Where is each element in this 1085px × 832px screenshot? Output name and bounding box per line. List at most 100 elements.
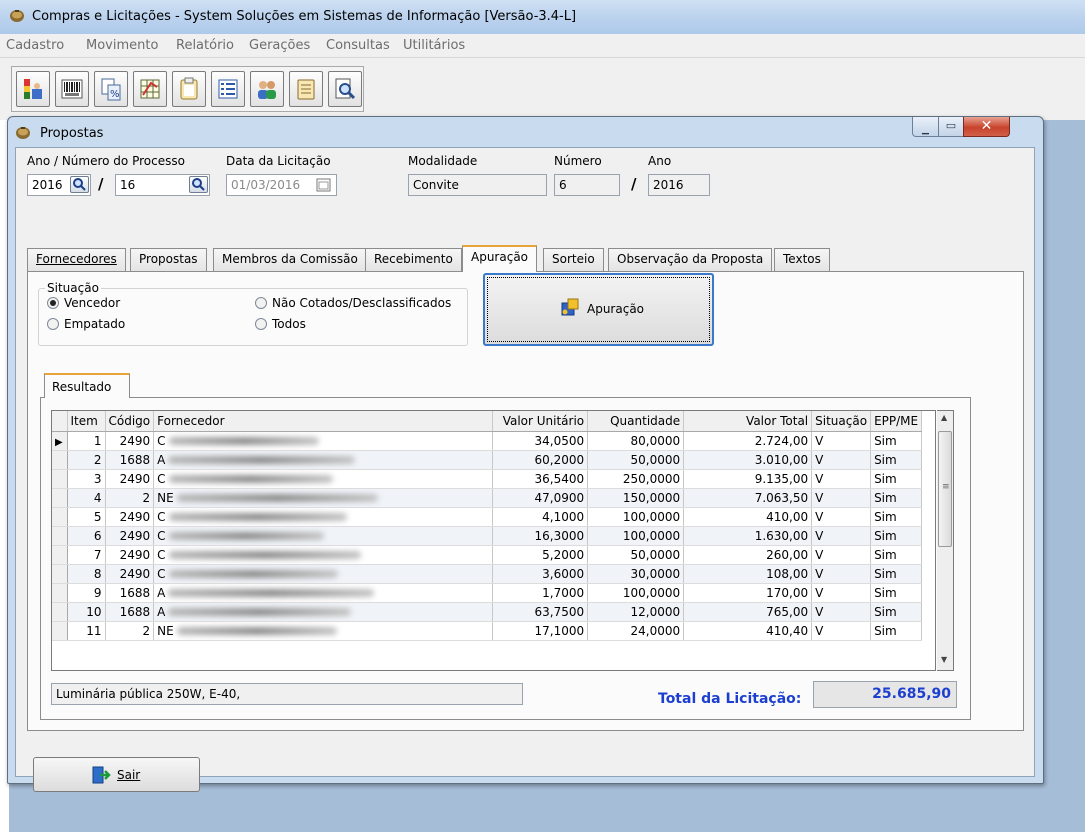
fornecedor-name: C: [157, 509, 166, 524]
ano-lookup-button[interactable]: [70, 176, 89, 193]
total-value: 25.685,90: [813, 681, 957, 708]
maximize-button[interactable]: ▭: [938, 117, 964, 137]
table-cell: 63,7500: [492, 602, 589, 622]
table-row[interactable]: ▶ 1 2490 C 34,0500 80,0000 2.724,00 V Sim: [52, 431, 923, 451]
table-row[interactable]: 11 2 NE 17,1000 24,0000 410,40 V Sim: [52, 621, 923, 641]
table-cell: 410,40: [683, 621, 813, 641]
row-indicator[interactable]: [52, 526, 68, 546]
fornecedor-name: NE: [157, 490, 174, 505]
users-icon[interactable]: [250, 71, 284, 107]
resultado-grid: Item Código Fornecedor Valor Unitário Qu…: [51, 410, 936, 671]
tab-membros-comissao[interactable]: Membros da Comissão: [213, 248, 367, 271]
report-chart-icon[interactable]: [16, 71, 50, 107]
row-indicator[interactable]: [52, 469, 68, 489]
menu-relatorio[interactable]: Relatório: [176, 38, 234, 53]
row-indicator[interactable]: [52, 450, 68, 470]
table-row[interactable]: 7 2490 C 5,2000 50,0000 260,00 V Sim: [52, 545, 923, 565]
column-header[interactable]: Valor Total: [683, 411, 813, 432]
row-indicator[interactable]: [52, 621, 68, 641]
radio-empatado[interactable]: [47, 318, 59, 330]
tab-sorteio[interactable]: Sorteio: [543, 248, 604, 271]
row-indicator[interactable]: [52, 488, 68, 508]
row-indicator[interactable]: [52, 602, 68, 622]
menu-utilitarios[interactable]: Utilitários: [403, 38, 465, 53]
sair-button[interactable]: Sair: [33, 757, 200, 792]
radio-nao-cotados[interactable]: [255, 297, 267, 309]
table-row[interactable]: 3 2490 C 36,5400 250,0000 9.135,00 V Sim: [52, 469, 923, 489]
menu-cadastro[interactable]: Cadastro: [6, 38, 64, 53]
tab-fornecedores[interactable]: Fornecedores: [27, 248, 126, 271]
column-header[interactable]: Valor Unitário: [492, 411, 589, 432]
spreadsheet-icon[interactable]: [133, 71, 167, 107]
numero-mod-field: 6: [554, 174, 620, 196]
tab-textos[interactable]: Textos: [774, 248, 830, 271]
exit-door-icon: [92, 766, 111, 784]
row-indicator[interactable]: [52, 507, 68, 527]
table-cell: 4,1000: [492, 507, 589, 527]
data-licitacao-label: Data da Licitação: [226, 154, 331, 168]
table-row[interactable]: 10 1688 A 63,7500 12,0000 765,00 V Sim: [52, 602, 923, 622]
clipboard-icon[interactable]: [172, 71, 206, 107]
column-header[interactable]: Item: [67, 411, 106, 432]
apuracao-button[interactable]: Apuração: [483, 273, 714, 346]
table-row[interactable]: 4 2 NE 47,0900 150,0000 7.063,50 V Sim: [52, 488, 923, 508]
row-indicator[interactable]: ▶: [52, 431, 68, 451]
minimize-button[interactable]: ▁: [912, 117, 939, 137]
notepad-icon[interactable]: [289, 71, 323, 107]
radio-todos[interactable]: [255, 318, 267, 330]
tab-apuracao[interactable]: Apuração: [462, 245, 538, 272]
tab-observacao-proposta[interactable]: Observação da Proposta: [608, 248, 773, 271]
maximize-icon: ▭: [945, 119, 957, 132]
tab-recebimento[interactable]: Recebimento: [365, 248, 462, 271]
table-cell: 16,3000: [492, 526, 589, 546]
grid-scrollbar[interactable]: ▲ ≡ ▼: [937, 410, 954, 671]
table-row[interactable]: 8 2490 C 3,6000 30,0000 108,00 V Sim: [52, 564, 923, 584]
column-header[interactable]: EPP/ME: [870, 411, 923, 432]
row-indicator[interactable]: [52, 564, 68, 584]
table-row[interactable]: 2 1688 A 60,2000 50,0000 3.010,00 V Sim: [52, 450, 923, 470]
radio-vencedor[interactable]: [47, 297, 59, 309]
situacao-label: Situação: [45, 281, 101, 295]
tab-label: Recebimento: [374, 252, 453, 266]
item-description: Luminária pública 250W, E-40,: [56, 687, 241, 701]
table-cell: V: [811, 583, 872, 603]
search-document-icon[interactable]: [328, 71, 362, 107]
table-row[interactable]: 6 2490 C 16,3000 100,0000 1.630,00 V Sim: [52, 526, 923, 546]
table-cell: 1688: [105, 450, 155, 470]
menu-movimento[interactable]: Movimento: [86, 38, 158, 53]
scroll-up-icon[interactable]: ▲: [941, 413, 947, 422]
table-cell: 5: [67, 507, 106, 527]
row-indicator[interactable]: [52, 583, 68, 603]
magnifier-icon: [192, 178, 205, 191]
close-button[interactable]: ✕: [963, 117, 1010, 137]
numero-lookup-button[interactable]: [189, 176, 208, 193]
calendar-icon[interactable]: [316, 178, 331, 192]
list-icon[interactable]: [211, 71, 245, 107]
menu-consultas[interactable]: Consultas: [326, 38, 390, 53]
tab-label: Observação da Proposta: [617, 252, 764, 266]
table-cell: V: [811, 564, 872, 584]
table-row[interactable]: 5 2490 C 4,1000 100,0000 410,00 V Sim: [52, 507, 923, 527]
menu-geracoes[interactable]: Gerações: [249, 38, 310, 53]
barcode-icon[interactable]: [55, 71, 89, 107]
tab-propostas[interactable]: Propostas: [130, 248, 207, 271]
column-header[interactable]: Código: [105, 411, 155, 432]
table-row[interactable]: 9 1688 A 1,7000 100,0000 170,00 V Sim: [52, 583, 923, 603]
scroll-thumb[interactable]: ≡: [938, 431, 952, 547]
scroll-down-icon[interactable]: ▼: [941, 655, 947, 664]
puzzle-icon: [561, 298, 579, 316]
fornecedor-name: C: [157, 566, 166, 581]
column-header[interactable]: Fornecedor: [153, 411, 494, 432]
table-cell: 1: [67, 431, 106, 451]
ano-mod-value: 2016: [653, 178, 684, 192]
table-cell: 2490: [105, 469, 155, 489]
row-indicator[interactable]: [52, 545, 68, 565]
column-header[interactable]: Quantidade: [587, 411, 685, 432]
tab-label: Textos: [783, 252, 821, 266]
propostas-window: Propostas ▁ ▭ ✕ Ano / Número do Processo…: [7, 116, 1044, 792]
table-cell: 2490: [105, 507, 155, 527]
column-header[interactable]: Situação: [811, 411, 872, 432]
table-cell: NE: [153, 488, 494, 508]
percent-document-icon[interactable]: %: [94, 71, 128, 107]
tab-resultado[interactable]: Resultado: [44, 373, 130, 398]
